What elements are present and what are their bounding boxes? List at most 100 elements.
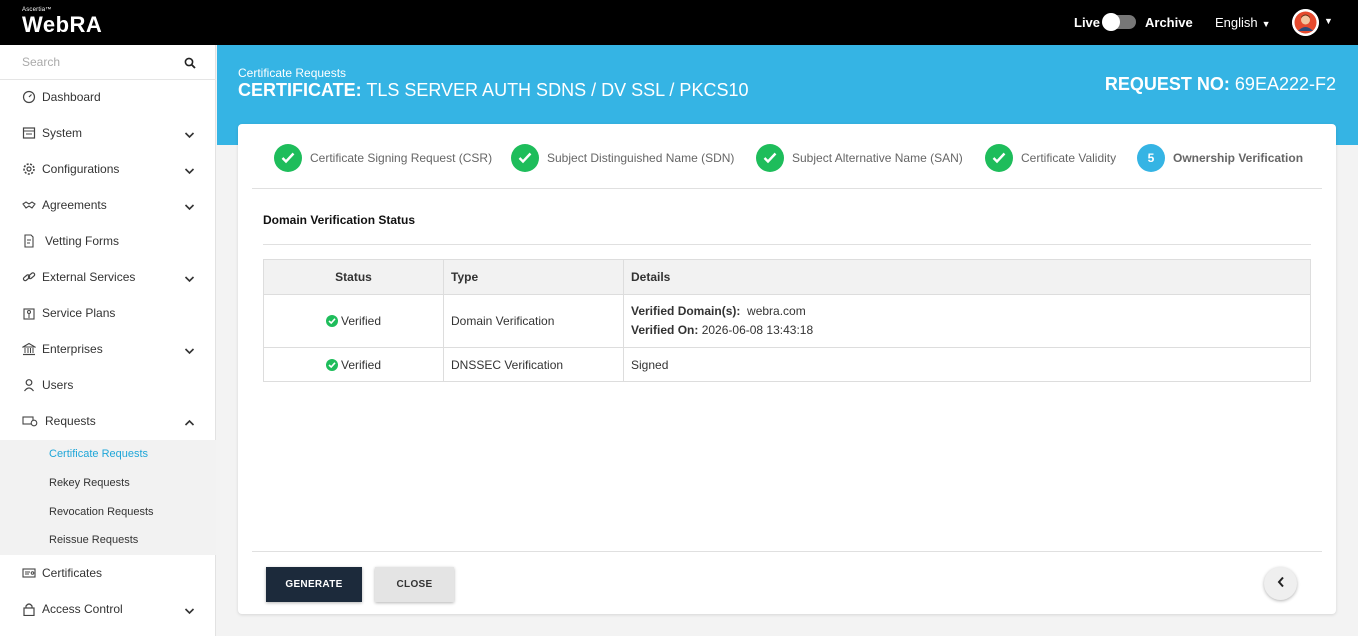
live-toggle-switch[interactable] — [1102, 13, 1137, 31]
link-icon — [22, 270, 36, 284]
language-selector[interactable]: English ▼ — [1215, 15, 1271, 30]
sidebar-item-label: Dashboard — [42, 90, 101, 104]
step-csr[interactable]: Certificate Signing Request (CSR) — [274, 144, 492, 172]
back-button[interactable] — [1264, 567, 1297, 600]
avatar-caret-icon[interactable]: ▼ — [1324, 16, 1333, 26]
submenu-item-reissue-requests[interactable]: Reissue Requests — [49, 534, 138, 546]
sidebar-item-access-control[interactable]: Access Control — [0, 591, 216, 627]
details-value: 2026-06-08 13:43:18 — [701, 323, 814, 337]
search-icon[interactable] — [184, 56, 196, 74]
submenu-item-certificate-requests[interactable]: Certificate Requests — [49, 448, 148, 460]
sidebar-item-enterprises[interactable]: Enterprises — [0, 331, 216, 367]
chevron-down-icon — [184, 272, 195, 286]
verified-check-icon — [325, 315, 338, 327]
live-archive-toggle[interactable]: Live — [1074, 13, 1137, 31]
request-number-value: 69EA222-F2 — [1234, 74, 1336, 94]
table-header-row: Status Type Details — [263, 259, 1311, 295]
sidebar-item-certificates[interactable]: Certificates — [0, 555, 216, 591]
divider — [252, 551, 1322, 552]
close-button[interactable]: CLOSE — [375, 567, 454, 602]
sidebar: Dashboard System Configurations Agreemen… — [0, 45, 216, 636]
gear-icon — [22, 162, 36, 176]
sidebar-item-label: Users — [42, 378, 74, 392]
breadcrumb[interactable]: Certificate Requests — [238, 66, 346, 80]
sidebar-item-label: Certificates — [42, 566, 103, 580]
sidebar-item-label: Access Control — [42, 602, 123, 616]
sidebar-item-service-plans[interactable]: Service Plans — [0, 295, 216, 331]
check-icon — [274, 144, 302, 172]
caret-down-icon: ▼ — [1261, 19, 1271, 29]
generate-button[interactable]: GENERATE — [266, 567, 362, 602]
sidebar-item-agreements[interactable]: Agreements — [0, 187, 216, 223]
user-avatar[interactable] — [1292, 9, 1319, 36]
step-label: Subject Alternative Name (SAN) — [792, 151, 963, 165]
live-label: Live — [1074, 14, 1101, 30]
details-value: webra.com — [747, 304, 806, 318]
step-sdn[interactable]: Subject Distinguished Name (SDN) — [511, 144, 734, 172]
check-icon — [511, 144, 539, 172]
wizard-card: Certificate Signing Request (CSR) Subjec… — [238, 124, 1336, 614]
language-label: English — [1215, 15, 1258, 30]
details-cell: Verified Domain(s): webra.com Verified O… — [623, 294, 1311, 348]
archive-label: Archive — [1145, 15, 1193, 30]
request-number-prefix: REQUEST NO: — [1104, 74, 1230, 94]
submenu-item-rekey-requests[interactable]: Rekey Requests — [49, 477, 130, 489]
divider — [252, 188, 1322, 189]
details-cell: Signed — [623, 347, 1311, 382]
status-text: Verified — [340, 357, 382, 372]
step-number: 5 — [1137, 144, 1165, 172]
certificate-icon — [22, 566, 36, 580]
bank-icon — [20, 342, 38, 356]
page-title: CERTIFICATE: TLS SERVER AUTH SDNS / DV S… — [238, 80, 748, 101]
check-icon — [985, 144, 1013, 172]
sidebar-item-label: External Services — [42, 270, 136, 284]
step-san[interactable]: Subject Alternative Name (SAN) — [756, 144, 963, 172]
search-input[interactable] — [0, 45, 180, 79]
type-cell: Domain Verification — [443, 294, 624, 348]
sidebar-item-users[interactable]: Users — [0, 367, 216, 403]
sidebar-item-dashboard[interactable]: Dashboard — [0, 79, 216, 115]
verified-check-icon — [325, 358, 338, 371]
sidebar-item-label: Configurations — [42, 162, 120, 176]
sidebar-item-vetting-forms[interactable]: Vetting Forms — [0, 223, 216, 259]
dashboard-icon — [22, 90, 36, 104]
chevron-up-icon — [184, 416, 195, 430]
submenu-item-revocation-requests[interactable]: Revocation Requests — [49, 506, 154, 518]
step-label: Certificate Validity — [1021, 151, 1117, 165]
step-label: Subject Distinguished Name (SDN) — [547, 151, 735, 165]
lock-icon — [22, 602, 36, 617]
step-ownership-verification[interactable]: 5 Ownership Verification — [1137, 144, 1303, 172]
chevron-down-icon — [184, 200, 195, 214]
requests-icon — [22, 414, 38, 428]
status-cell: Verified — [263, 347, 444, 382]
step-certificate-validity[interactable]: Certificate Validity — [985, 144, 1116, 172]
chevron-down-icon — [184, 344, 195, 358]
table-row: Verified Domain Verification Verified Do… — [263, 294, 1311, 348]
column-header-type: Type — [443, 259, 624, 295]
sidebar-item-configurations[interactable]: Configurations — [0, 151, 216, 187]
step-label: Ownership Verification — [1173, 151, 1304, 165]
table-row: Verified DNSSEC Verification Signed — [263, 347, 1311, 382]
sidebar-item-system[interactable]: System — [0, 115, 216, 151]
certificate-prefix: CERTIFICATE: — [238, 80, 362, 100]
handshake-icon — [22, 198, 36, 212]
logo-product: WebRA — [22, 12, 103, 37]
sidebar-item-external-services[interactable]: External Services — [0, 259, 216, 295]
sidebar-search — [0, 45, 216, 80]
logo[interactable]: Ascertia™ WebRA — [22, 7, 102, 36]
sidebar-item-label: Enterprises — [42, 342, 103, 356]
chevron-left-icon — [1277, 575, 1285, 593]
toggle-knob — [1102, 13, 1121, 31]
request-number: REQUEST NO: 69EA222-F2 — [1105, 74, 1336, 95]
details-label: Verified Domain(s): — [631, 304, 741, 318]
type-cell: DNSSEC Verification — [443, 347, 624, 382]
user-icon — [22, 378, 36, 392]
chevron-down-icon — [184, 604, 195, 618]
sidebar-item-requests[interactable]: Requests — [0, 403, 216, 439]
sidebar-item-label: Service Plans — [42, 306, 116, 320]
system-icon — [22, 126, 36, 140]
requests-submenu: Certificate Requests Rekey Requests Revo… — [0, 440, 216, 555]
status-cell: Verified — [263, 294, 444, 348]
service-plans-icon — [22, 306, 36, 320]
column-header-status: Status — [263, 259, 444, 295]
